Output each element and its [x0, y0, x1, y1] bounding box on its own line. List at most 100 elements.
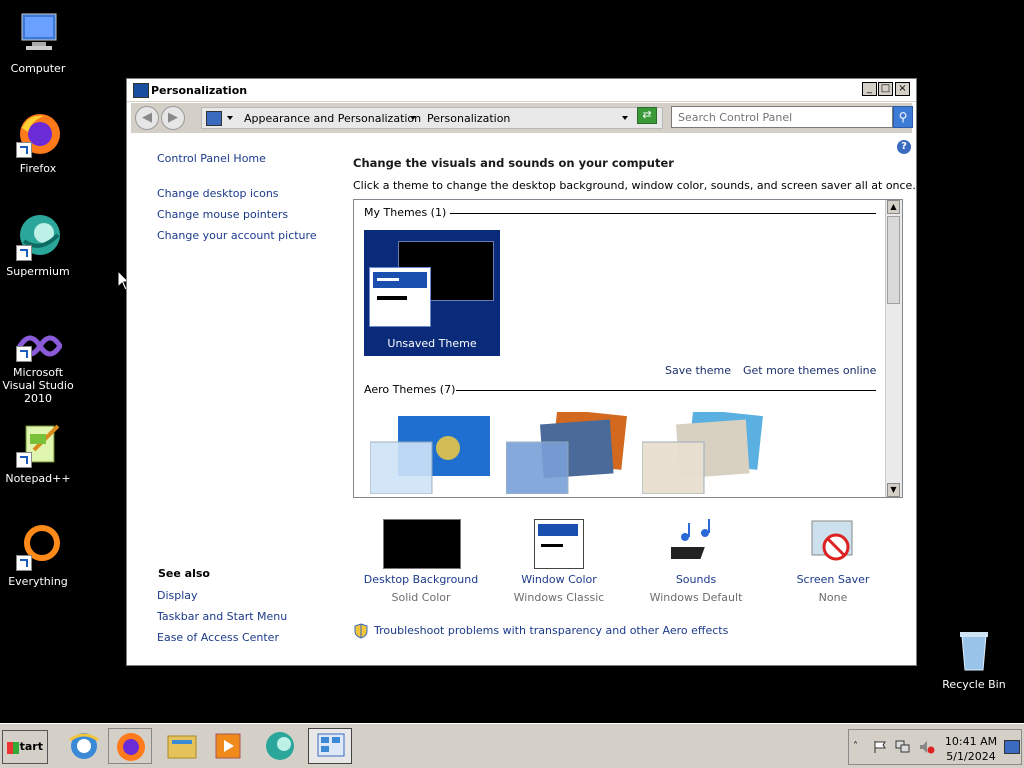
shortcut-arrow-icon — [16, 245, 32, 261]
maximize-button[interactable]: □ — [878, 82, 893, 96]
unsaved-theme-label: Unsaved Theme — [387, 337, 477, 350]
everything-icon — [14, 523, 62, 571]
desktop-icon-everything[interactable]: Everything — [0, 523, 76, 588]
screen-saver-value: None — [818, 591, 848, 604]
forward-button[interactable]: ▶ — [161, 106, 185, 130]
desktop-icon-firefox[interactable]: Firefox — [0, 110, 76, 175]
action-center-flag-icon[interactable] — [873, 740, 887, 757]
desktop-icon-recycle-bin[interactable]: Recycle Bin — [936, 626, 1012, 691]
personalization-window: Personalization _ □ × ◀ ▶ Appearance and… — [126, 78, 917, 666]
sounds-link[interactable]: Sounds — [631, 573, 761, 586]
search-input[interactable] — [671, 106, 893, 128]
gallery-scrollbar[interactable]: ▲ ▼ — [885, 200, 902, 497]
desktop-icon-label: Firefox — [19, 162, 57, 175]
aero-theme-architecture[interactable] — [505, 408, 628, 495]
desktop-icon-label: Recycle Bin — [942, 678, 1006, 691]
desktop-background-link[interactable]: Desktop Background — [356, 573, 486, 586]
minimize-button[interactable]: _ — [862, 82, 877, 96]
desktop-icon-supermium[interactable]: Supermium — [0, 213, 76, 278]
control-panel-icon — [206, 111, 222, 126]
firefox-icon — [14, 110, 62, 158]
desktop-background-value: Solid Color — [391, 591, 451, 604]
refresh-button[interactable]: ⇄ — [637, 107, 657, 124]
address-dropdown-icon[interactable] — [622, 116, 628, 120]
show-desktop-icon[interactable] — [1004, 740, 1020, 754]
breadcrumb[interactable]: Appearance and Personalization Personali… — [201, 107, 663, 129]
search-icon[interactable]: ⚲ — [893, 106, 913, 128]
taskbar-firefox-icon[interactable] — [108, 728, 152, 764]
aero-theme-characters[interactable] — [641, 408, 764, 495]
taskbar-supermium-icon[interactable] — [258, 728, 302, 764]
page-subtitle: Click a theme to change the desktop back… — [353, 179, 916, 192]
window-color-link[interactable]: Window Color — [494, 573, 624, 586]
desktop-icon-notepadpp[interactable]: Notepad++ — [0, 420, 76, 485]
title-bar[interactable]: Personalization _ □ × — [127, 79, 916, 102]
divider — [456, 390, 876, 391]
taskbar-explorer-icon[interactable] — [160, 728, 204, 764]
computer-icon — [14, 10, 62, 58]
my-themes-heading: My Themes (1) — [364, 206, 447, 219]
taskbar-start-menu-link[interactable]: Taskbar and Start Menu — [157, 610, 287, 623]
shortcut-arrow-icon — [16, 555, 32, 571]
desktop-icon-label: Everything — [8, 575, 68, 588]
network-icon[interactable] — [895, 740, 911, 757]
taskbar-control-panel-icon[interactable] — [308, 728, 352, 764]
breadcrumb-personalization[interactable]: Personalization — [427, 112, 510, 125]
desktop-background-icon — [383, 519, 461, 569]
system-tray: ˄ 10:41 AM 5/1/2024 — [848, 729, 1022, 765]
window-color-value: Windows Classic — [513, 591, 605, 604]
sounds-value: Windows Default — [649, 591, 743, 604]
screen-saver-link[interactable]: Screen Saver — [768, 573, 898, 586]
window-color-icon — [534, 519, 584, 569]
breadcrumb-appearance[interactable]: Appearance and Personalization — [244, 112, 421, 125]
control-panel-home-link[interactable]: Control Panel Home — [157, 152, 266, 165]
theme-window-preview — [369, 267, 431, 327]
visual-studio-icon — [14, 328, 63, 362]
taskbar: Start ˄ 10:41 AM 5/1/2024 — [0, 723, 1024, 768]
close-button[interactable]: × — [895, 82, 910, 96]
volume-muted-icon[interactable] — [919, 740, 935, 757]
show-hidden-icons-icon[interactable]: ˄ — [853, 741, 858, 752]
shield-icon — [353, 623, 369, 642]
sounds-icon — [660, 519, 721, 570]
back-button[interactable]: ◀ — [135, 106, 159, 130]
window-title: Personalization — [151, 84, 248, 97]
chevron-down-icon[interactable] — [227, 116, 233, 120]
notepadpp-icon — [14, 420, 62, 468]
aero-theme-windows7[interactable] — [369, 412, 492, 495]
get-more-themes-link[interactable]: Get more themes online — [743, 364, 876, 377]
change-mouse-pointers-link[interactable]: Change mouse pointers — [157, 208, 288, 221]
save-theme-link[interactable]: Save theme — [665, 364, 731, 377]
change-account-picture-link[interactable]: Change your account picture — [157, 229, 317, 242]
scroll-up-arrow-icon[interactable]: ▲ — [887, 200, 900, 214]
shortcut-arrow-icon — [16, 142, 32, 158]
scrollbar-thumb[interactable] — [887, 216, 900, 304]
scroll-down-arrow-icon[interactable]: ▼ — [887, 483, 900, 497]
clock-date: 5/1/2024 — [946, 750, 996, 763]
taskbar-internet-explorer-icon[interactable] — [62, 728, 106, 764]
clock-time: 10:41 AM — [944, 735, 998, 748]
chevron-down-icon[interactable] — [410, 116, 416, 120]
clock[interactable]: 10:41 AM 5/1/2024 — [939, 734, 1003, 764]
recycle-bin-icon — [950, 626, 998, 674]
control-panel-icon — [133, 83, 149, 98]
start-button[interactable]: Start — [2, 730, 48, 764]
shortcut-arrow-icon — [16, 346, 32, 362]
change-desktop-icons-link[interactable]: Change desktop icons — [157, 187, 279, 200]
unsaved-theme-tile[interactable]: Unsaved Theme — [364, 230, 500, 356]
troubleshoot-aero-link[interactable]: Troubleshoot problems with transparency … — [374, 624, 728, 637]
desktop-icon-label: Supermium — [6, 265, 70, 278]
divider — [450, 213, 876, 214]
taskbar-media-player-icon[interactable] — [206, 728, 250, 764]
display-link[interactable]: Display — [157, 589, 198, 602]
theme-gallery[interactable]: My Themes (1) Unsaved Theme Save theme G… — [353, 199, 903, 498]
desktop-icon-computer[interactable]: Computer — [0, 10, 76, 75]
shortcut-arrow-icon — [16, 452, 32, 468]
windows-logo-icon — [7, 742, 19, 754]
help-icon[interactable]: ? — [897, 140, 911, 154]
ease-of-access-link[interactable]: Ease of Access Center — [157, 631, 279, 644]
desktop-icon-visual-studio[interactable]: Microsoft Visual Studio 2010 — [0, 328, 76, 405]
aero-themes-heading: Aero Themes (7) — [364, 383, 456, 396]
screen-saver-icon — [808, 519, 858, 570]
supermium-icon — [14, 213, 62, 261]
